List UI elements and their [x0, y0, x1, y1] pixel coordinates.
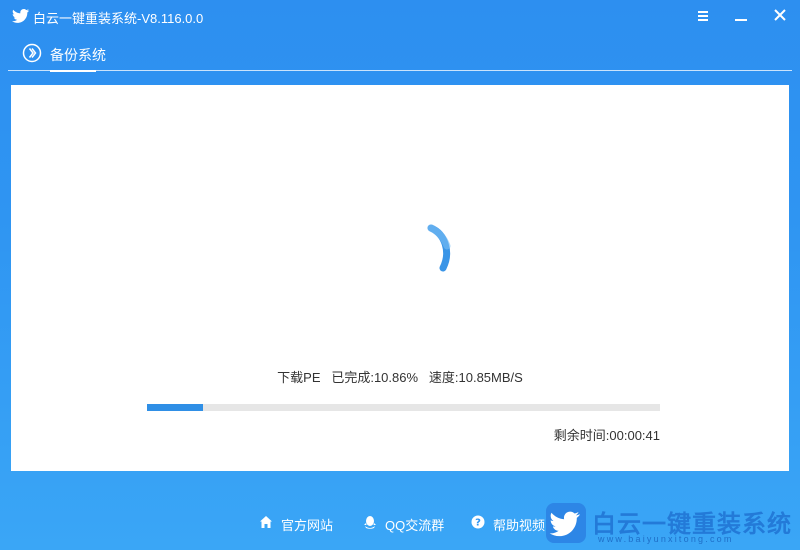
tab-bar: 备份系统 [8, 40, 792, 72]
download-completed: 已完成:10.86% [331, 370, 419, 385]
watermark-url: www.baiyunxitong.com [598, 534, 734, 544]
close-button[interactable] [769, 6, 791, 26]
chevron-right-circle-icon [22, 43, 42, 63]
bird-logo-icon [12, 8, 30, 24]
menu-icon [692, 6, 714, 26]
loading-spinner-icon [423, 224, 463, 272]
help-icon: ? [471, 515, 485, 529]
time-remaining: 剩余时间:00:00:41 [553, 428, 660, 443]
menu-button[interactable] [692, 6, 714, 26]
download-speed: 速度:10.85MB/S [428, 370, 523, 385]
help-video-link[interactable]: ? 帮助视频 [471, 514, 549, 533]
official-website-link[interactable]: 官方网站 [259, 514, 339, 533]
tab-backup-system[interactable]: 备份系统 [22, 42, 106, 72]
watermark-logo-icon [546, 503, 586, 543]
svg-text:?: ? [475, 518, 481, 529]
download-item: 下载PE [277, 370, 321, 385]
download-status: 下载PE 已完成:10.86% 速度:10.85MB/S [11, 367, 789, 386]
main-panel: 下载PE 已完成:10.86% 速度:10.85MB/S 剩余时间:00:00:… [11, 85, 789, 471]
home-icon [259, 515, 273, 529]
minimize-button[interactable] [730, 6, 752, 26]
active-tab-indicator [50, 70, 96, 72]
tab-label: 备份系统 [50, 47, 106, 63]
title-bar: 白云一键重装系统-V8.116.0.0 [0, 0, 800, 32]
qq-icon [363, 515, 377, 529]
progress-fill [147, 404, 203, 411]
window-title: 白云一键重装系统-V8.116.0.0 [33, 11, 204, 26]
close-icon [769, 6, 791, 26]
help-video-label: 帮助视频 [493, 518, 546, 533]
official-website-label: 官方网站 [281, 518, 334, 533]
progress-bar [147, 404, 660, 411]
qq-group-label: QQ交流群 [385, 518, 445, 533]
qq-group-link[interactable]: QQ交流群 [363, 514, 449, 533]
minimize-icon [730, 6, 752, 26]
